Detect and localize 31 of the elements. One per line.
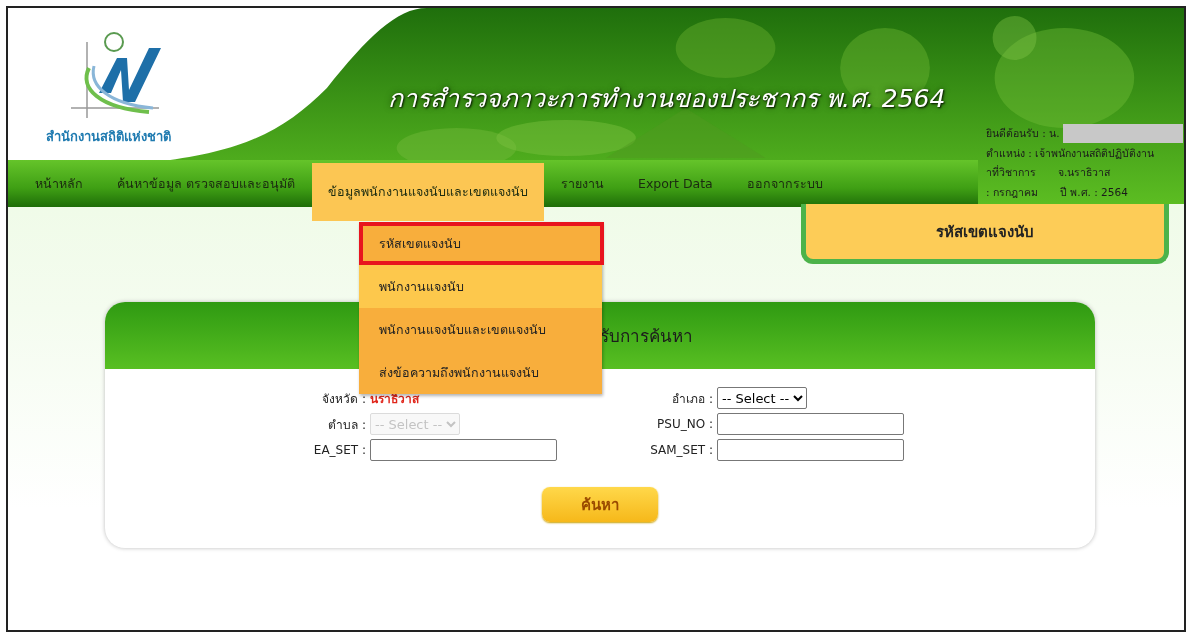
field-label: SAM_SET : — [649, 443, 714, 457]
card-title: รับการค้นหา — [600, 325, 693, 348]
search-button[interactable]: ค้นหา — [542, 487, 658, 522]
user-info-text: จ.นราธิวาส — [1058, 165, 1111, 180]
input-field[interactable] — [717, 413, 904, 435]
field-label: EA_SET : — [312, 443, 367, 457]
field-label: ตำบล : — [327, 416, 367, 434]
nav-item[interactable]: ข้อมูลพนักงานแจงนับและเขตแจงนับ — [312, 163, 544, 221]
user-info-text: ตำแหน่ง : เจ้าพนักงานสถิติปฏิบัติงาน — [986, 145, 1155, 161]
org-name: สำนักงานสถิติแห่งชาติ — [46, 128, 171, 146]
user-info-text: ปี พ.ศ. : 2564 — [1059, 184, 1128, 200]
menu-item[interactable]: ส่งข้อความถึงพนักงานแจงนับ — [359, 351, 602, 394]
select-field[interactable]: -- Select -- — [717, 387, 807, 409]
field-label: PSU_NO : — [656, 417, 714, 431]
field-value: นราธิวาส — [370, 391, 419, 406]
welcome-text: ยินดีต้อนรับ : น. — [986, 126, 1060, 141]
field-label: อำเภอ : — [671, 390, 714, 408]
user-info-text: : กรกฎาคม — [986, 184, 1038, 200]
input-field[interactable] — [717, 439, 904, 461]
menu-item[interactable]: รหัสเขตแจงนับ — [359, 222, 604, 265]
input-field[interactable] — [370, 439, 557, 461]
nav-item[interactable]: หน้าหลัก — [18, 160, 100, 207]
site-title: การสำรวจภาวะการทำงานของประชากร พ.ศ. 2564 — [388, 83, 946, 115]
user-info-text: าที่วิชาการ — [986, 164, 1036, 180]
nav-item[interactable]: ออกจากระบบ — [729, 160, 840, 207]
nav-item[interactable]: Export Data — [621, 160, 730, 207]
nav-item[interactable]: ค้นหาข้อมูล ตรวจสอบและอนุมัติ — [100, 160, 312, 207]
nav-item[interactable]: รายงาน — [544, 160, 621, 207]
menu-item[interactable]: พนักงานแจงนับและเขตแจงนับ — [359, 308, 602, 351]
page-heading: รหัสเขตแจงนับ — [801, 204, 1169, 264]
menu-item[interactable]: พนักงานแจงนับ — [359, 265, 602, 308]
